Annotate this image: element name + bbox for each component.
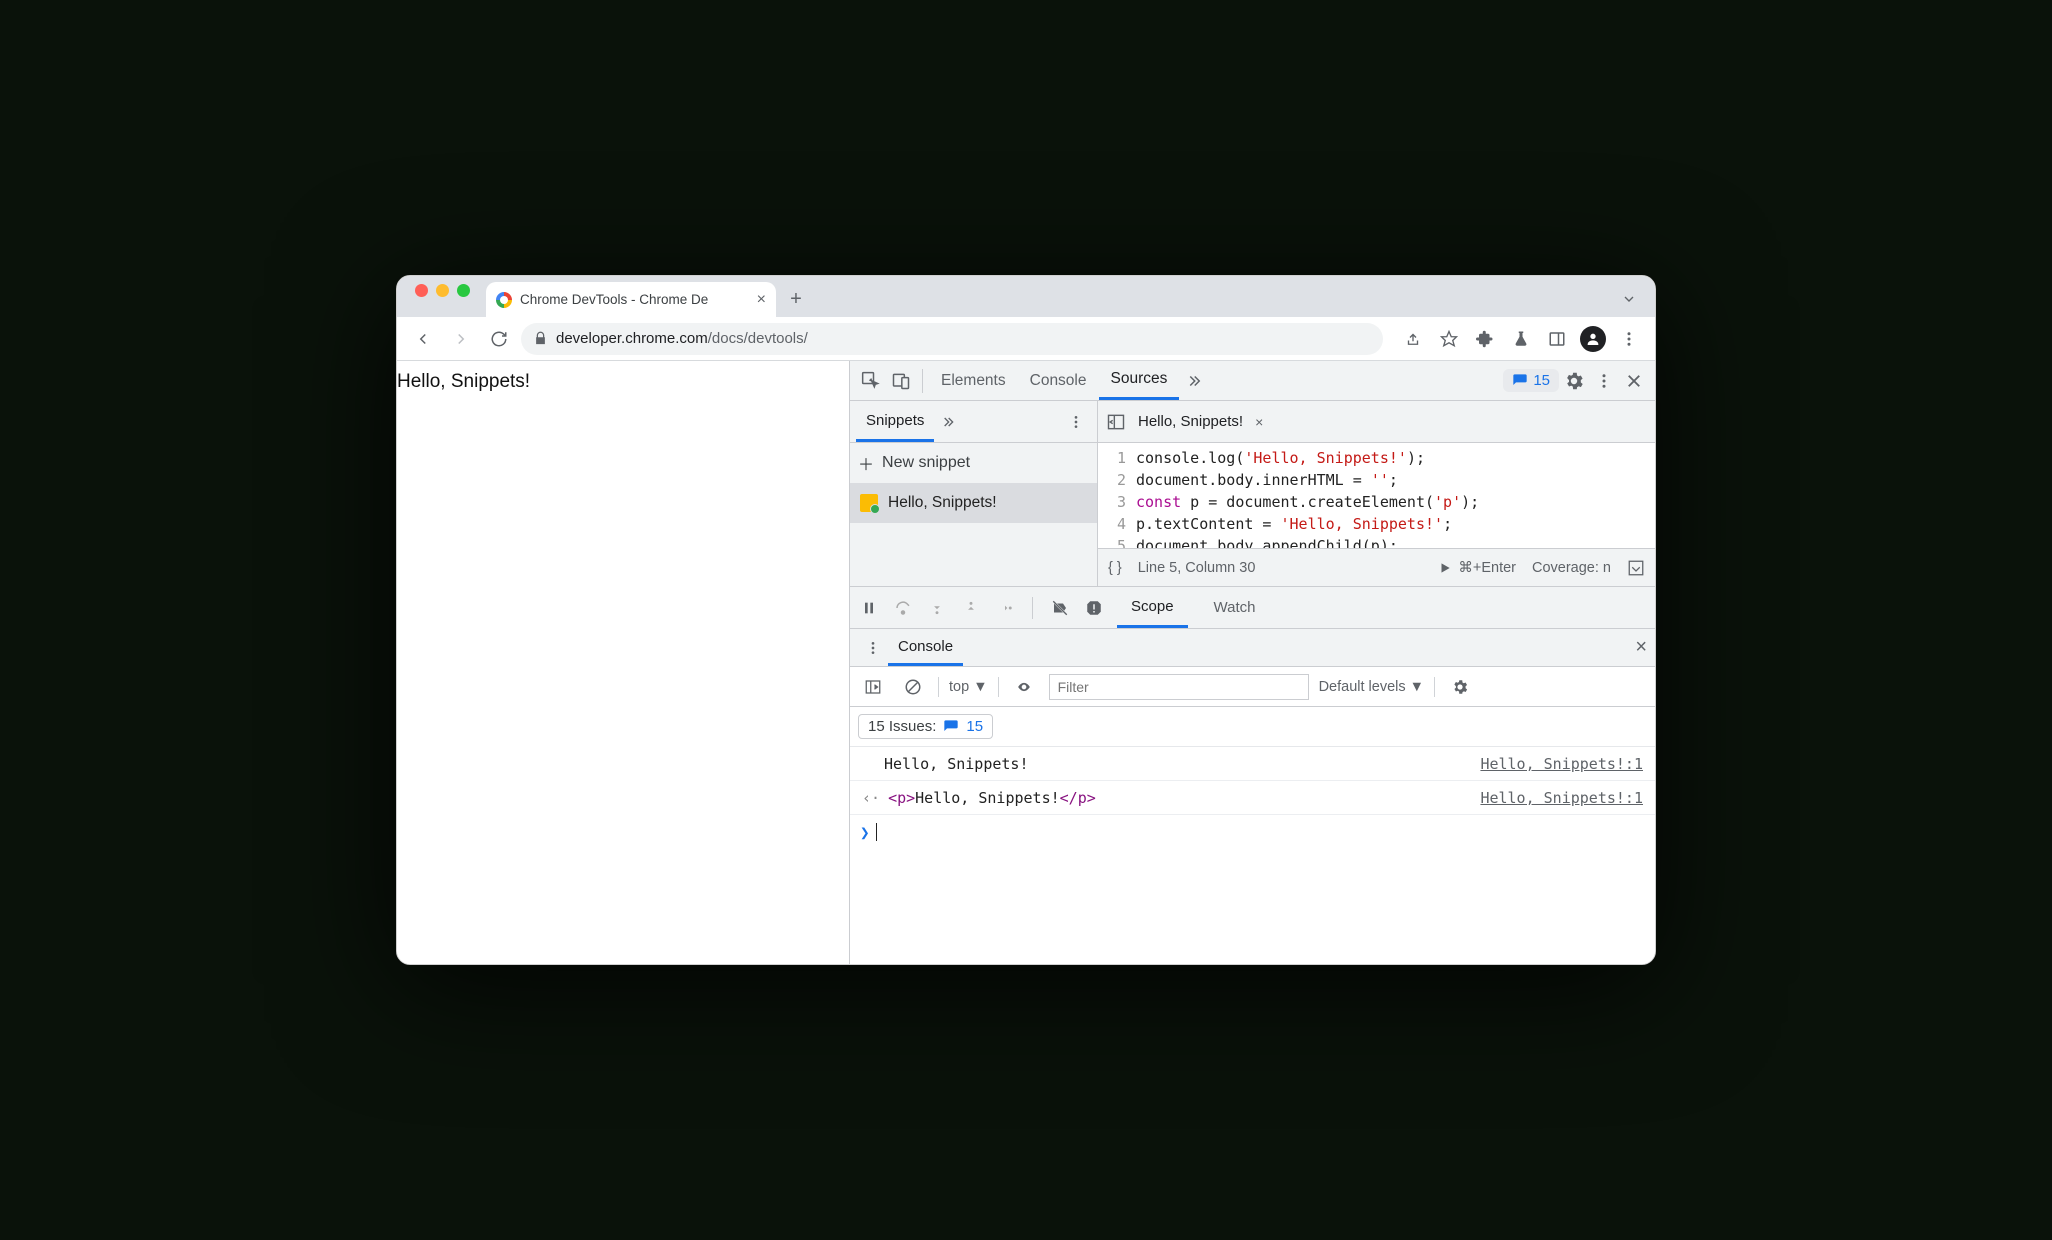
close-window-button[interactable] xyxy=(415,284,428,297)
snippet-name: Hello, Snippets! xyxy=(888,494,997,512)
console-sidebar-icon[interactable] xyxy=(858,672,888,702)
bookmark-icon[interactable] xyxy=(1433,323,1465,355)
profile-button[interactable] xyxy=(1577,323,1609,355)
log-row[interactable]: ‹· <p>Hello, Snippets!</p> Hello, Snippe… xyxy=(850,781,1655,815)
step-over-icon[interactable] xyxy=(892,599,914,617)
forward-button[interactable] xyxy=(445,323,477,355)
maximize-window-button[interactable] xyxy=(457,284,470,297)
chrome-favicon-icon xyxy=(496,292,512,308)
side-panel-icon[interactable] xyxy=(1541,323,1573,355)
more-icon[interactable] xyxy=(1589,366,1619,396)
settings-icon[interactable] xyxy=(1559,366,1589,396)
step-out-icon[interactable] xyxy=(960,600,982,616)
console-drawer: Console × top ▼ Default levels ▼ xyxy=(850,629,1655,964)
new-snippet-button[interactable]: ＋ New snippet xyxy=(850,443,1097,483)
device-toggle-icon[interactable] xyxy=(886,366,916,396)
pause-exceptions-icon[interactable] xyxy=(1083,599,1105,617)
format-icon[interactable]: { } xyxy=(1108,560,1122,576)
log-row[interactable]: Hello, Snippets! Hello, Snippets!:1 xyxy=(850,747,1655,781)
drawer-more-icon[interactable] xyxy=(858,633,888,663)
watch-tab[interactable]: Watch xyxy=(1200,587,1270,628)
step-into-icon[interactable] xyxy=(926,600,948,616)
live-expression-icon[interactable] xyxy=(1009,672,1039,702)
console-prompt[interactable]: ❯ xyxy=(850,815,1655,849)
tab-sources[interactable]: Sources xyxy=(1099,361,1180,400)
tab-overflow-icon[interactable] xyxy=(1621,291,1637,307)
minimize-window-button[interactable] xyxy=(436,284,449,297)
code-editor[interactable]: 1console.log('Hello, Snippets!'); 2docum… xyxy=(1098,443,1655,548)
editor-filename[interactable]: Hello, Snippets! xyxy=(1138,413,1243,430)
new-snippet-label: New snippet xyxy=(882,454,970,472)
drawer-console-tab[interactable]: Console xyxy=(888,629,963,666)
page-content: Hello, Snippets! xyxy=(397,361,849,964)
toolbar: developer.chrome.com/docs/devtools/ xyxy=(397,317,1655,361)
issue-count: 15 xyxy=(1533,372,1550,389)
traffic-lights xyxy=(415,284,470,297)
editor-panel: Hello, Snippets! × 1console.log('Hello, … xyxy=(1098,401,1655,586)
editor-statusbar: { } Line 5, Column 30 ⌘+Enter Coverage: … xyxy=(1098,548,1655,586)
menu-icon[interactable] xyxy=(1613,323,1645,355)
snippet-item[interactable]: Hello, Snippets! xyxy=(850,483,1097,523)
close-tab-icon[interactable]: × xyxy=(757,291,766,309)
devtools-tabbar: Elements Console Sources 15 xyxy=(850,361,1655,401)
close-drawer-icon[interactable]: × xyxy=(1635,636,1647,659)
snippets-tab[interactable]: Snippets xyxy=(856,401,934,442)
close-file-icon[interactable]: × xyxy=(1255,414,1263,430)
reload-button[interactable] xyxy=(483,323,515,355)
browser-tab[interactable]: Chrome DevTools - Chrome De × xyxy=(486,282,776,317)
deactivate-breakpoints-icon[interactable] xyxy=(1049,599,1071,617)
snippet-file-icon xyxy=(860,494,878,512)
plus-icon: ＋ xyxy=(858,451,874,475)
toggle-navigator-icon[interactable] xyxy=(1106,412,1126,432)
log-message: Hello, Snippets! xyxy=(884,755,1029,773)
sidebar-overflow-icon[interactable] xyxy=(940,414,956,430)
filter-input[interactable] xyxy=(1049,674,1309,700)
log-location[interactable]: Hello, Snippets!:1 xyxy=(1480,755,1643,773)
debugger-toolbar: Scope Watch xyxy=(850,587,1655,629)
tabs-overflow-icon[interactable] xyxy=(1179,366,1209,396)
extensions-icon[interactable] xyxy=(1469,323,1501,355)
devtools-panel: Elements Console Sources 15 Snippets xyxy=(849,361,1655,964)
tab-title: Chrome DevTools - Chrome De xyxy=(520,292,749,307)
prompt-arrow-icon: ❯ xyxy=(860,823,870,842)
tab-strip: Chrome DevTools - Chrome De × + xyxy=(397,276,1655,317)
coverage-label[interactable]: Coverage: n xyxy=(1532,560,1611,576)
share-icon[interactable] xyxy=(1397,323,1429,355)
url-host: developer.chrome.com/docs/devtools/ xyxy=(556,330,808,347)
snippets-sidebar: Snippets ＋ New snippet Hello, Snippets! xyxy=(850,401,1098,586)
clear-console-icon[interactable] xyxy=(898,672,928,702)
log-html: <p>Hello, Snippets!</p> xyxy=(888,789,1096,807)
console-settings-icon[interactable] xyxy=(1445,672,1475,702)
page-paragraph: Hello, Snippets! xyxy=(397,371,530,392)
log-levels-selector[interactable]: Default levels ▼ xyxy=(1319,679,1424,695)
tab-console[interactable]: Console xyxy=(1018,361,1099,400)
inspect-icon[interactable] xyxy=(856,366,886,396)
tab-elements[interactable]: Elements xyxy=(929,361,1018,400)
scope-tab[interactable]: Scope xyxy=(1117,587,1188,628)
log-location[interactable]: Hello, Snippets!:1 xyxy=(1480,789,1643,807)
close-devtools-icon[interactable] xyxy=(1619,366,1649,396)
console-toolbar: top ▼ Default levels ▼ xyxy=(850,667,1655,707)
back-button[interactable] xyxy=(407,323,439,355)
address-bar[interactable]: developer.chrome.com/docs/devtools/ xyxy=(521,323,1383,355)
step-icon[interactable] xyxy=(994,601,1016,615)
sidebar-more-icon[interactable] xyxy=(1061,407,1091,437)
issues-chip[interactable]: 15 xyxy=(1503,369,1559,392)
context-selector[interactable]: top ▼ xyxy=(949,679,988,695)
return-icon: ‹· xyxy=(862,789,880,807)
run-snippet-button[interactable]: ⌘+Enter xyxy=(1438,560,1516,576)
cursor-position: Line 5, Column 30 xyxy=(1138,560,1256,576)
browser-window: Chrome DevTools - Chrome De × + develope… xyxy=(396,275,1656,965)
lock-icon xyxy=(533,331,548,346)
labs-icon[interactable] xyxy=(1505,323,1537,355)
issues-row: 15 Issues: 15 xyxy=(850,707,1655,747)
pause-icon[interactable] xyxy=(858,600,880,616)
new-tab-button[interactable]: + xyxy=(782,285,810,313)
sourcemap-icon[interactable] xyxy=(1627,559,1645,577)
issues-pill[interactable]: 15 Issues: 15 xyxy=(858,714,993,739)
